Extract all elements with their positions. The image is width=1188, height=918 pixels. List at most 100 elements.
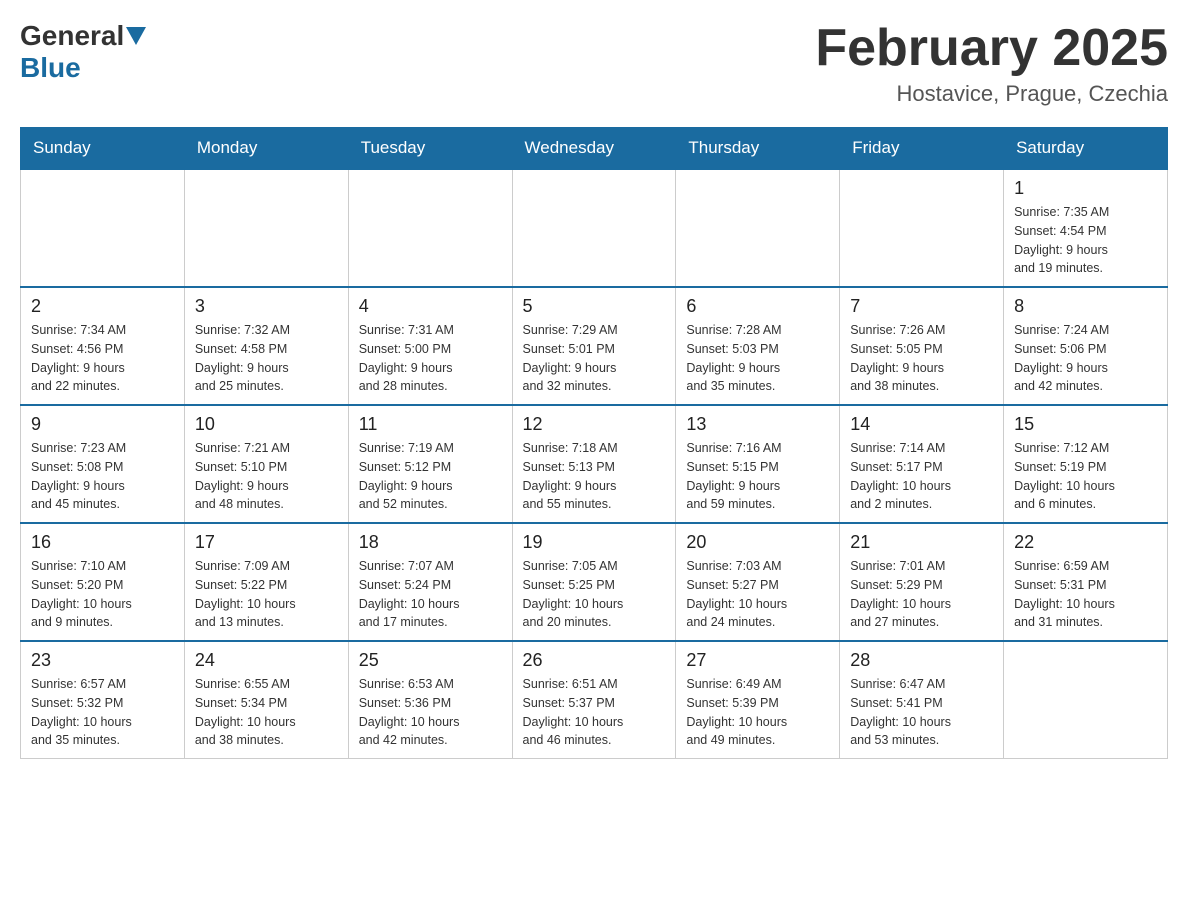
day-info: Sunrise: 7:07 AMSunset: 5:24 PMDaylight:… bbox=[359, 557, 502, 632]
day-number: 19 bbox=[523, 532, 666, 553]
day-info: Sunrise: 7:28 AMSunset: 5:03 PMDaylight:… bbox=[686, 321, 829, 396]
day-number: 12 bbox=[523, 414, 666, 435]
weekday-header-row: SundayMondayTuesdayWednesdayThursdayFrid… bbox=[21, 128, 1168, 170]
day-info: Sunrise: 7:26 AMSunset: 5:05 PMDaylight:… bbox=[850, 321, 993, 396]
day-number: 21 bbox=[850, 532, 993, 553]
day-info: Sunrise: 7:05 AMSunset: 5:25 PMDaylight:… bbox=[523, 557, 666, 632]
calendar-cell: 14 Sunrise: 7:14 AMSunset: 5:17 PMDayligh… bbox=[840, 405, 1004, 523]
day-info: Sunrise: 7:35 AMSunset: 4:54 PMDaylight:… bbox=[1014, 203, 1157, 278]
calendar-cell: 8Sunrise: 7:24 AMSunset: 5:06 PMDaylight… bbox=[1004, 287, 1168, 405]
day-number: 20 bbox=[686, 532, 829, 553]
week-row-3: 9 Sunrise: 7:23 AMSunset: 5:08 PMDaylight… bbox=[21, 405, 1168, 523]
week-row-5: 23Sunrise: 6:57 AMSunset: 5:32 PMDayligh… bbox=[21, 641, 1168, 759]
logo: General Blue bbox=[20, 20, 148, 84]
day-number: 23 bbox=[31, 650, 174, 671]
day-info: Sunrise: 7:34 AMSunset: 4:56 PMDaylight:… bbox=[31, 321, 174, 396]
calendar-body: 1 Sunrise: 7:35 AMSunset: 4:54 PMDaylight… bbox=[21, 169, 1168, 759]
day-number: 24 bbox=[195, 650, 338, 671]
location: Hostavice, Prague, Czechia bbox=[815, 81, 1168, 107]
month-title: February 2025 bbox=[815, 20, 1168, 77]
calendar-cell: 13Sunrise: 7:16 AMSunset: 5:15 PMDayligh… bbox=[676, 405, 840, 523]
calendar-cell: 16 Sunrise: 7:10 AMSunset: 5:20 PMDayligh… bbox=[21, 523, 185, 641]
calendar-cell bbox=[512, 169, 676, 287]
day-info: Sunrise: 7:10 AMSunset: 5:20 PMDaylight:… bbox=[31, 557, 174, 632]
day-number: 15 bbox=[1014, 414, 1157, 435]
calendar-cell bbox=[21, 169, 185, 287]
calendar-cell: 12 Sunrise: 7:18 AMSunset: 5:13 PMDayligh… bbox=[512, 405, 676, 523]
day-info: Sunrise: 7:16 AMSunset: 5:15 PMDaylight:… bbox=[686, 439, 829, 514]
day-info: Sunrise: 7:12 AMSunset: 5:19 PMDaylight:… bbox=[1014, 439, 1157, 514]
calendar-cell: 2 Sunrise: 7:34 AMSunset: 4:56 PMDaylight… bbox=[21, 287, 185, 405]
day-number: 27 bbox=[686, 650, 829, 671]
week-row-4: 16 Sunrise: 7:10 AMSunset: 5:20 PMDayligh… bbox=[21, 523, 1168, 641]
logo-blue-text: Blue bbox=[20, 52, 81, 84]
day-info: Sunrise: 7:21 AMSunset: 5:10 PMDaylight:… bbox=[195, 439, 338, 514]
day-info: Sunrise: 6:49 AMSunset: 5:39 PMDaylight:… bbox=[686, 675, 829, 750]
day-info: Sunrise: 7:32 AMSunset: 4:58 PMDaylight:… bbox=[195, 321, 338, 396]
weekday-header-friday: Friday bbox=[840, 128, 1004, 170]
day-number: 2 bbox=[31, 296, 174, 317]
day-info: Sunrise: 7:31 AMSunset: 5:00 PMDaylight:… bbox=[359, 321, 502, 396]
calendar-cell bbox=[348, 169, 512, 287]
day-number: 3 bbox=[195, 296, 338, 317]
calendar-cell: 27 Sunrise: 6:49 AMSunset: 5:39 PMDayligh… bbox=[676, 641, 840, 759]
weekday-header-saturday: Saturday bbox=[1004, 128, 1168, 170]
day-info: Sunrise: 7:03 AMSunset: 5:27 PMDaylight:… bbox=[686, 557, 829, 632]
day-number: 1 bbox=[1014, 178, 1157, 199]
day-number: 26 bbox=[523, 650, 666, 671]
calendar-cell: 10 Sunrise: 7:21 AMSunset: 5:10 PMDayligh… bbox=[184, 405, 348, 523]
calendar-cell: 7Sunrise: 7:26 AMSunset: 5:05 PMDaylight… bbox=[840, 287, 1004, 405]
day-info: Sunrise: 7:19 AMSunset: 5:12 PMDaylight:… bbox=[359, 439, 502, 514]
calendar-cell: 5 Sunrise: 7:29 AMSunset: 5:01 PMDaylight… bbox=[512, 287, 676, 405]
day-info: Sunrise: 6:53 AMSunset: 5:36 PMDaylight:… bbox=[359, 675, 502, 750]
weekday-header-tuesday: Tuesday bbox=[348, 128, 512, 170]
day-number: 28 bbox=[850, 650, 993, 671]
day-info: Sunrise: 7:29 AMSunset: 5:01 PMDaylight:… bbox=[523, 321, 666, 396]
day-number: 22 bbox=[1014, 532, 1157, 553]
week-row-2: 2 Sunrise: 7:34 AMSunset: 4:56 PMDaylight… bbox=[21, 287, 1168, 405]
day-number: 5 bbox=[523, 296, 666, 317]
calendar-cell: 20 Sunrise: 7:03 AMSunset: 5:27 PMDayligh… bbox=[676, 523, 840, 641]
day-number: 16 bbox=[31, 532, 174, 553]
calendar-table: SundayMondayTuesdayWednesdayThursdayFrid… bbox=[20, 127, 1168, 759]
calendar-cell: 4Sunrise: 7:31 AMSunset: 5:00 PMDaylight… bbox=[348, 287, 512, 405]
weekday-header-thursday: Thursday bbox=[676, 128, 840, 170]
calendar-cell bbox=[1004, 641, 1168, 759]
calendar-cell: 22 Sunrise: 6:59 AMSunset: 5:31 PMDayligh… bbox=[1004, 523, 1168, 641]
calendar-header: SundayMondayTuesdayWednesdayThursdayFrid… bbox=[21, 128, 1168, 170]
day-number: 18 bbox=[359, 532, 502, 553]
day-number: 6 bbox=[686, 296, 829, 317]
calendar-cell bbox=[184, 169, 348, 287]
calendar-cell: 25 Sunrise: 6:53 AMSunset: 5:36 PMDayligh… bbox=[348, 641, 512, 759]
day-info: Sunrise: 6:47 AMSunset: 5:41 PMDaylight:… bbox=[850, 675, 993, 750]
logo-general-text: General bbox=[20, 20, 124, 52]
day-info: Sunrise: 7:14 AMSunset: 5:17 PMDaylight:… bbox=[850, 439, 993, 514]
day-number: 14 bbox=[850, 414, 993, 435]
calendar-cell bbox=[840, 169, 1004, 287]
title-block: February 2025 Hostavice, Prague, Czechia bbox=[815, 20, 1168, 107]
day-number: 25 bbox=[359, 650, 502, 671]
day-info: Sunrise: 7:23 AMSunset: 5:08 PMDaylight:… bbox=[31, 439, 174, 514]
calendar-cell: 24Sunrise: 6:55 AMSunset: 5:34 PMDayligh… bbox=[184, 641, 348, 759]
calendar-cell bbox=[676, 169, 840, 287]
calendar-cell: 11 Sunrise: 7:19 AMSunset: 5:12 PMDayligh… bbox=[348, 405, 512, 523]
day-info: Sunrise: 6:59 AMSunset: 5:31 PMDaylight:… bbox=[1014, 557, 1157, 632]
weekday-header-monday: Monday bbox=[184, 128, 348, 170]
calendar-cell: 28 Sunrise: 6:47 AMSunset: 5:41 PMDayligh… bbox=[840, 641, 1004, 759]
day-number: 8 bbox=[1014, 296, 1157, 317]
day-number: 11 bbox=[359, 414, 502, 435]
logo-triangle-icon bbox=[126, 27, 146, 45]
day-info: Sunrise: 6:51 AMSunset: 5:37 PMDaylight:… bbox=[523, 675, 666, 750]
day-info: Sunrise: 7:01 AMSunset: 5:29 PMDaylight:… bbox=[850, 557, 993, 632]
weekday-header-wednesday: Wednesday bbox=[512, 128, 676, 170]
calendar-cell: 19 Sunrise: 7:05 AMSunset: 5:25 PMDayligh… bbox=[512, 523, 676, 641]
calendar-cell: 9 Sunrise: 7:23 AMSunset: 5:08 PMDaylight… bbox=[21, 405, 185, 523]
day-number: 9 bbox=[31, 414, 174, 435]
day-number: 17 bbox=[195, 532, 338, 553]
day-info: Sunrise: 7:18 AMSunset: 5:13 PMDaylight:… bbox=[523, 439, 666, 514]
day-number: 10 bbox=[195, 414, 338, 435]
calendar-cell: 3 Sunrise: 7:32 AMSunset: 4:58 PMDaylight… bbox=[184, 287, 348, 405]
calendar-cell: 23Sunrise: 6:57 AMSunset: 5:32 PMDayligh… bbox=[21, 641, 185, 759]
week-row-1: 1 Sunrise: 7:35 AMSunset: 4:54 PMDaylight… bbox=[21, 169, 1168, 287]
page-header: General Blue February 2025 Hostavice, Pr… bbox=[20, 20, 1168, 107]
